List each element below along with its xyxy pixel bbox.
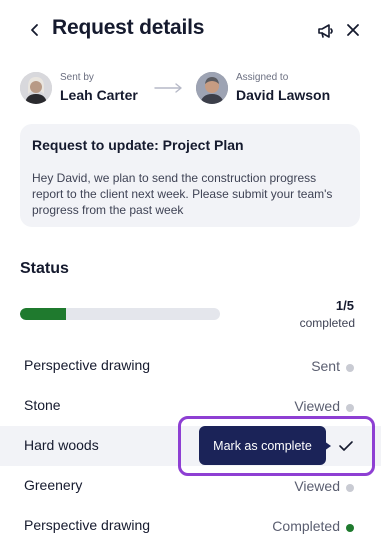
progress-bar-fill	[20, 308, 66, 320]
sender-caption: Sent by	[60, 72, 94, 83]
arrow-right-icon	[154, 83, 182, 93]
check-icon	[339, 441, 353, 451]
task-status: Completed	[272, 518, 340, 534]
assignee-avatar	[196, 72, 228, 104]
header: Request details	[0, 0, 381, 60]
request-message: Hey David, we plan to send the construct…	[32, 171, 333, 217]
request-card: Request to update: Project Plan Hey Davi…	[20, 124, 360, 227]
progress-bar	[20, 308, 220, 320]
task-status: Viewed	[294, 478, 340, 494]
progress-caption: completed	[299, 316, 355, 330]
complete-check-button[interactable]	[336, 436, 356, 456]
page-title: Request details	[52, 16, 205, 39]
people-row: Sent by Leah Carter Assigned to David La…	[20, 70, 360, 110]
close-button[interactable]	[343, 20, 363, 40]
task-row[interactable]: Perspective drawing Sent	[0, 346, 381, 386]
task-row[interactable]: Perspective drawing Completed	[0, 506, 381, 546]
status-heading: Status	[20, 260, 69, 277]
task-name: Perspective drawing	[24, 357, 151, 373]
task-name: Greenery	[24, 477, 83, 493]
tooltip-pointer	[324, 441, 331, 451]
status-dot	[346, 484, 354, 492]
status-dot	[346, 404, 354, 412]
task-status: Viewed	[294, 398, 340, 414]
assignee-name: David Lawson	[236, 87, 331, 103]
assignee-caption: Assigned to	[236, 72, 289, 83]
task-name: Stone	[24, 397, 61, 413]
close-icon	[347, 24, 359, 36]
sender-avatar	[20, 72, 52, 104]
sender-name: Leah Carter	[60, 87, 138, 103]
task-status: Sent	[311, 358, 340, 374]
request-title: Request to update: Project Plan	[32, 137, 244, 153]
announce-button[interactable]	[314, 20, 336, 42]
megaphone-icon	[318, 24, 333, 38]
progress-count: 1/5	[335, 298, 354, 313]
task-name: Hard woods	[24, 437, 99, 453]
task-name: Perspective drawing	[24, 517, 151, 533]
status-dot	[346, 524, 354, 532]
back-button[interactable]	[24, 18, 46, 42]
chevron-left-icon	[31, 24, 38, 36]
mark-as-complete-button[interactable]: Mark as complete	[199, 426, 326, 465]
status-dot	[346, 364, 354, 372]
